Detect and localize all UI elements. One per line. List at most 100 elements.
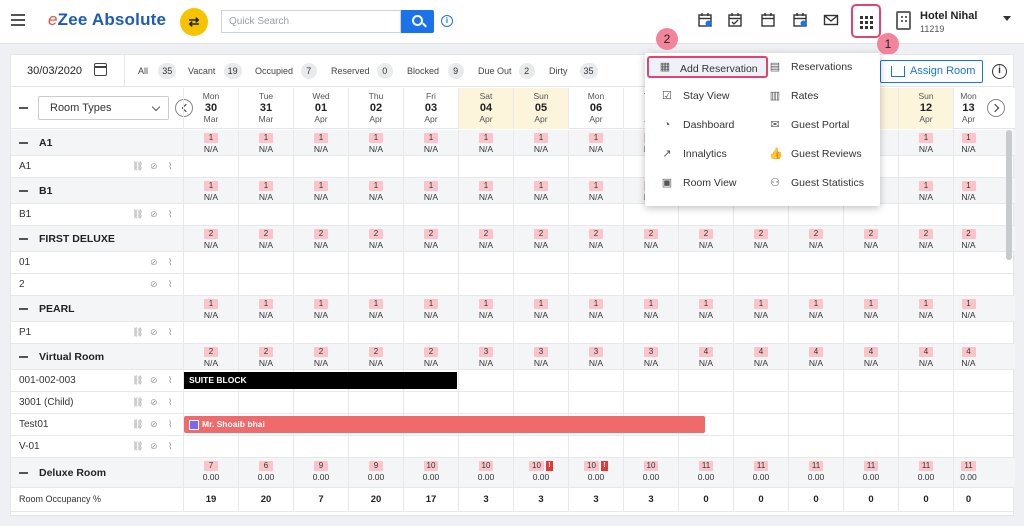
room-cell[interactable] xyxy=(183,436,238,458)
broom-icon[interactable]: ⌇ xyxy=(168,257,172,268)
room-cell[interactable] xyxy=(458,156,513,178)
room-cell[interactable] xyxy=(788,436,843,458)
room-cell[interactable] xyxy=(403,156,458,178)
room-cell[interactable] xyxy=(843,274,898,296)
room-cell[interactable] xyxy=(678,274,733,296)
broom-icon[interactable]: ⌇ xyxy=(168,419,172,430)
apps-grid-button[interactable] xyxy=(851,4,881,38)
room-cell[interactable] xyxy=(898,436,953,458)
room-cell[interactable] xyxy=(898,274,953,296)
room-cell[interactable] xyxy=(953,392,983,414)
link-icon[interactable]: ⛓ xyxy=(132,397,143,408)
room-cell[interactable] xyxy=(898,370,953,392)
status-reserved-label[interactable]: Reserved xyxy=(331,66,370,76)
room-cell[interactable] xyxy=(843,414,898,436)
menu-item-guest-reviews[interactable]: 👍 Guest Reviews xyxy=(755,143,875,165)
room-cell[interactable] xyxy=(843,252,898,274)
room-cell[interactable] xyxy=(348,322,403,344)
menu-item-reservations[interactable]: ▤ Reservations xyxy=(755,56,875,78)
room-cell[interactable] xyxy=(403,436,458,458)
no-smoking-icon[interactable]: ⊘ xyxy=(150,161,158,172)
room-cell[interactable] xyxy=(733,436,788,458)
room-cell[interactable] xyxy=(513,370,568,392)
link-icon[interactable]: ⛓ xyxy=(132,327,143,338)
room-cell[interactable] xyxy=(238,204,293,226)
room-cell[interactable] xyxy=(458,322,513,344)
room-cell[interactable] xyxy=(183,252,238,274)
room-cell[interactable] xyxy=(293,392,348,414)
app-logo[interactable]: eZee Absolute xyxy=(48,10,166,30)
room-cell[interactable] xyxy=(898,414,953,436)
room-label[interactable]: 3001 (Child) xyxy=(19,397,73,408)
room-cell[interactable] xyxy=(568,322,623,344)
room-cell[interactable] xyxy=(788,370,843,392)
room-cell[interactable] xyxy=(623,322,678,344)
room-cell[interactable] xyxy=(953,322,983,344)
info-icon[interactable]: i xyxy=(992,64,1007,79)
menu-item-guest-statistics[interactable]: ⚇ Guest Statistics xyxy=(755,172,875,194)
calendar-icon[interactable] xyxy=(760,12,776,28)
selected-date[interactable]: 30/03/2020 xyxy=(27,65,82,77)
room-cell[interactable] xyxy=(898,322,953,344)
room-cell[interactable] xyxy=(183,392,238,414)
room-cell[interactable] xyxy=(953,370,983,392)
overbooking-flag[interactable]: ! xyxy=(545,461,553,471)
room-cell[interactable] xyxy=(458,392,513,414)
room-cell[interactable] xyxy=(843,370,898,392)
room-cell[interactable] xyxy=(293,156,348,178)
room-cell[interactable] xyxy=(568,274,623,296)
room-cell[interactable] xyxy=(788,414,843,436)
no-smoking-icon[interactable]: ⊘ xyxy=(150,279,158,290)
room-types-select[interactable]: Room Types xyxy=(38,96,169,120)
menu-item-dashboard[interactable]: ◔ Dashboard xyxy=(647,114,768,136)
room-cell[interactable] xyxy=(293,322,348,344)
room-cell[interactable] xyxy=(403,392,458,414)
room-cell[interactable] xyxy=(953,204,983,226)
broom-icon[interactable]: ⌇ xyxy=(168,375,172,386)
assign-room-button[interactable]: Assign Room xyxy=(880,60,983,83)
room-cell[interactable] xyxy=(238,156,293,178)
room-cell[interactable] xyxy=(293,274,348,296)
room-cell[interactable] xyxy=(513,204,568,226)
date-column-header[interactable]: Thu 02 Apr xyxy=(348,88,403,129)
status-blocked-label[interactable]: Blocked xyxy=(407,66,439,76)
broom-icon[interactable]: ⌇ xyxy=(168,279,172,290)
room-cell[interactable] xyxy=(403,274,458,296)
date-column-header[interactable]: Mon 30 Mar xyxy=(183,88,238,129)
room-cell[interactable] xyxy=(513,156,568,178)
room-cell[interactable] xyxy=(788,252,843,274)
room-cell[interactable] xyxy=(513,274,568,296)
menu-item-stay-view[interactable]: ☑ Stay View xyxy=(647,85,768,107)
broom-icon[interactable]: ⌇ xyxy=(168,441,172,452)
link-icon[interactable]: ⛓ xyxy=(132,161,143,172)
menu-item-room-view[interactable]: ▣ Room View xyxy=(647,172,768,194)
room-label[interactable]: V-01 xyxy=(19,441,40,452)
overbooking-flag[interactable]: ! xyxy=(600,461,608,471)
room-cell[interactable] xyxy=(568,436,623,458)
room-cell[interactable] xyxy=(678,436,733,458)
room-cell[interactable] xyxy=(733,274,788,296)
link-icon[interactable]: ⛓ xyxy=(132,375,143,386)
room-cell[interactable] xyxy=(403,252,458,274)
room-cell[interactable] xyxy=(898,204,953,226)
room-cell[interactable] xyxy=(238,274,293,296)
room-cell[interactable] xyxy=(403,204,458,226)
room-cell[interactable] xyxy=(183,274,238,296)
room-cell[interactable] xyxy=(843,436,898,458)
no-smoking-icon[interactable]: ⊘ xyxy=(150,257,158,268)
rates-icon[interactable] xyxy=(792,12,808,28)
room-cell[interactable] xyxy=(458,204,513,226)
room-cell[interactable] xyxy=(183,204,238,226)
room-cell[interactable] xyxy=(513,436,568,458)
room-cell[interactable] xyxy=(953,436,983,458)
date-column-header[interactable]: Fri 03 Apr xyxy=(403,88,458,129)
room-cell[interactable] xyxy=(733,392,788,414)
room-cell[interactable] xyxy=(843,204,898,226)
room-cell[interactable] xyxy=(183,156,238,178)
date-column-header[interactable]: Sun 12 Apr xyxy=(898,88,953,129)
link-icon[interactable]: ⛓ xyxy=(132,209,143,220)
menu-item-innalytics[interactable]: ↗ Innalytics xyxy=(647,143,768,165)
room-cell[interactable] xyxy=(568,156,623,178)
link-icon[interactable]: ⛓ xyxy=(132,419,143,430)
date-column-header[interactable]: Tue 31 Mar xyxy=(238,88,293,129)
